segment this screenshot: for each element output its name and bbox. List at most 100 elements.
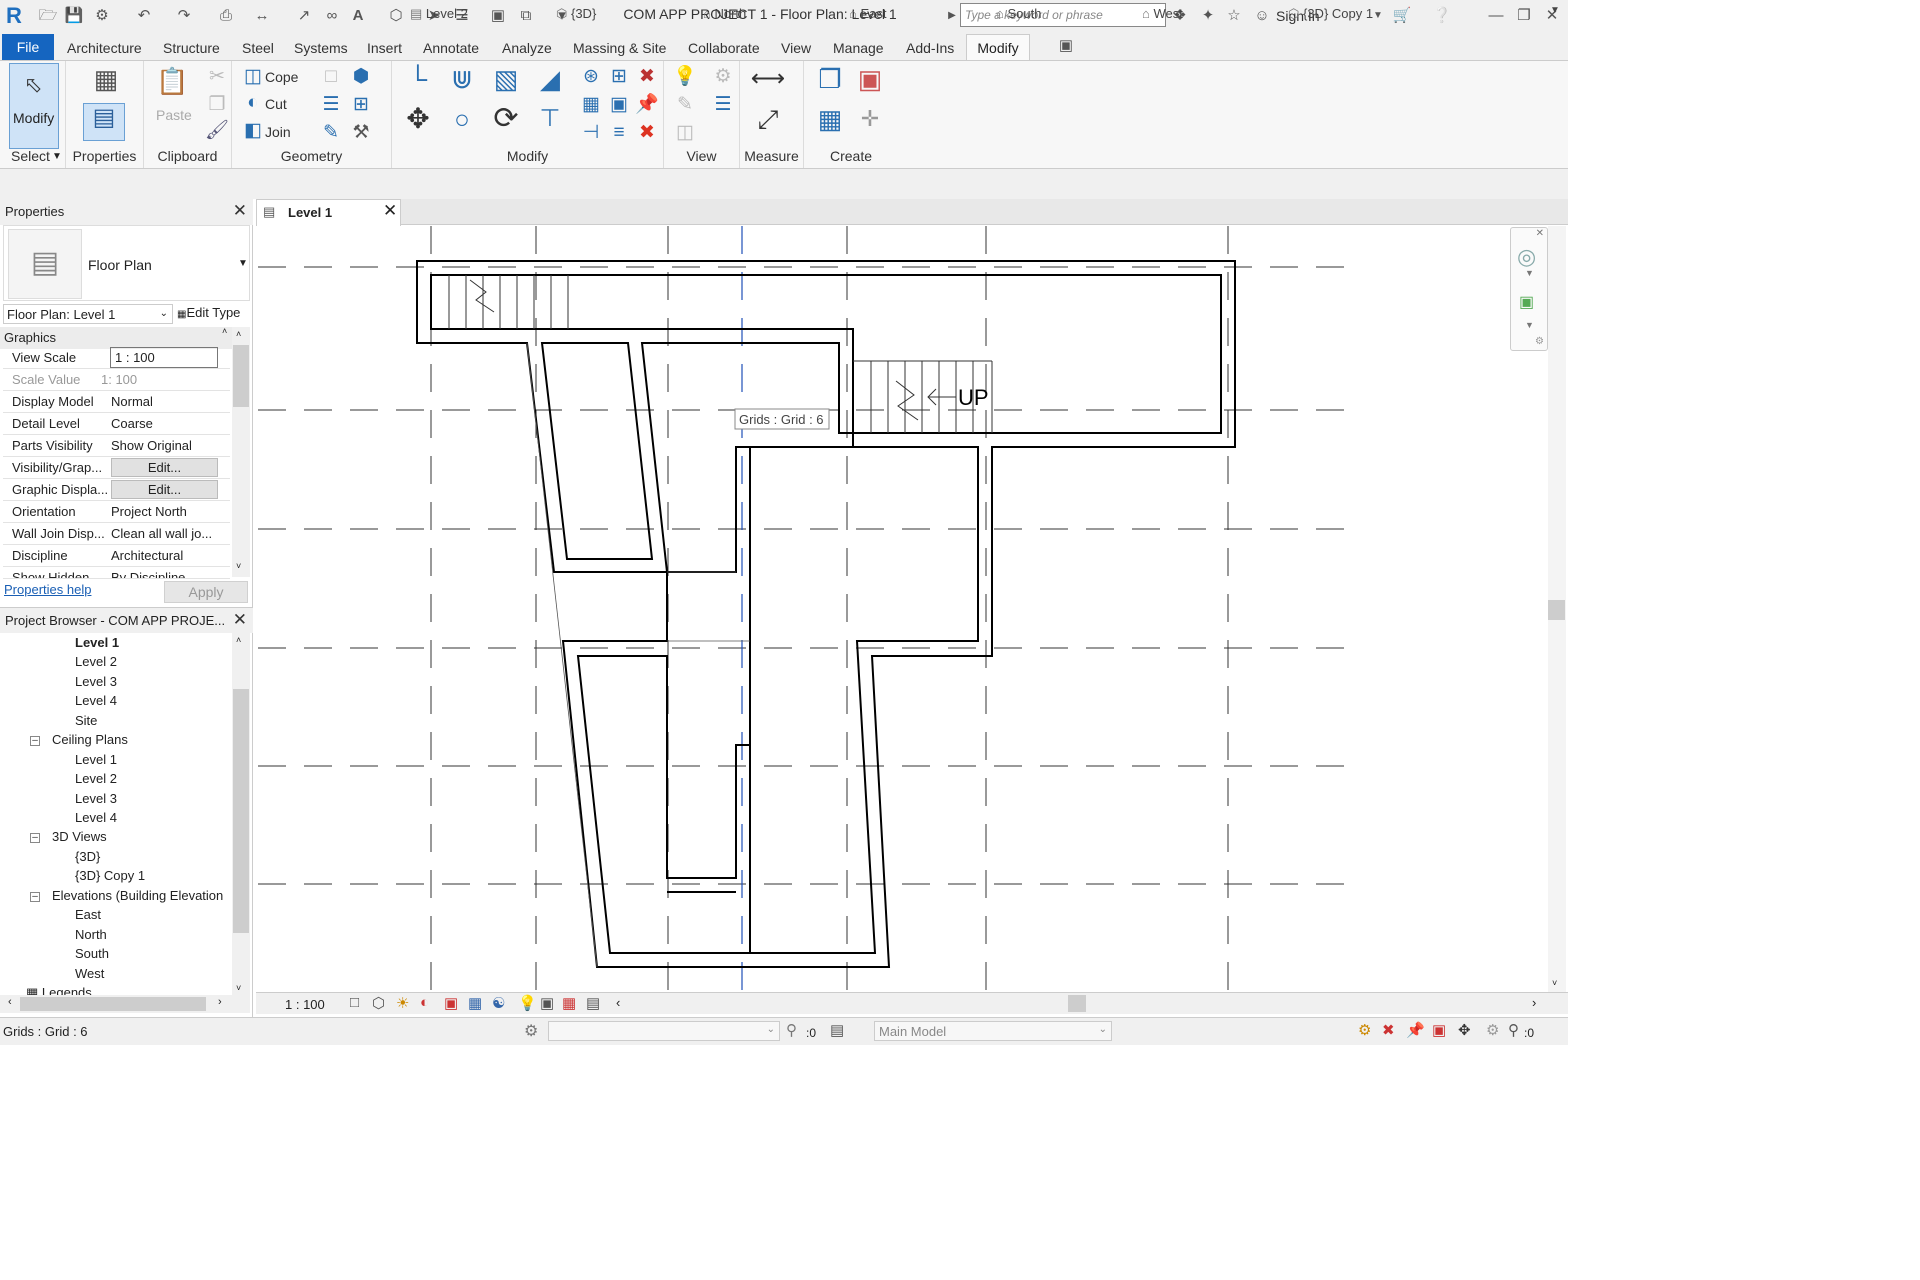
browser-item-site[interactable]: Site [75, 713, 97, 728]
array-icon[interactable]: ▦ [576, 91, 606, 119]
move-icon[interactable]: ✥ [400, 105, 436, 141]
nav-options-icon[interactable]: ⚙ [1535, 336, 1544, 347]
browser-item-ceiling-level-1[interactable]: Level 1 [75, 752, 117, 767]
stair-upper[interactable] [448, 275, 569, 329]
detail-level-icon[interactable]: □ [350, 994, 359, 1011]
browser-hscroll-thumb[interactable] [20, 997, 206, 1011]
join-icon[interactable]: ◧ [238, 117, 268, 145]
filter-selection-icon[interactable]: ⚲ [1508, 1021, 1519, 1039]
cut-button[interactable]: Cut [265, 96, 287, 112]
switch-windows-icon[interactable]: ⧉ [516, 6, 536, 26]
create-parts-icon[interactable]: ▣ [852, 65, 888, 99]
browser-hscroll[interactable]: ‹ › [0, 995, 250, 1013]
visibility-edit-button[interactable]: Edit... [111, 458, 218, 477]
3d-view-icon[interactable]: ⬡ [386, 6, 406, 26]
measure-icon[interactable]: ↔ [252, 6, 272, 26]
cope-icon[interactable]: ◫ [238, 63, 268, 91]
analytical-model-icon[interactable]: ▦ [562, 994, 576, 1012]
wall-join-value[interactable]: Clean all wall jo... [111, 526, 229, 541]
view-scale-control[interactable]: 1 : 100 [285, 997, 325, 1012]
type-dropdown-icon[interactable]: ▼ [238, 258, 248, 269]
tab-add-ins[interactable]: Add-Ins [906, 40, 954, 56]
browser-group-ceiling-plans[interactable]: Ceiling Plans [52, 732, 128, 747]
tab-modify[interactable]: Modify [966, 34, 1030, 61]
properties-icon[interactable]: ▤ [83, 103, 125, 141]
cut-geometry-icon[interactable]: ◐ [238, 89, 268, 117]
tabs-overflow-icon[interactable]: ▼ [1550, 5, 1560, 16]
collapse-ceiling-plans-icon[interactable]: – [30, 736, 40, 746]
browser-item-west[interactable]: West [75, 966, 104, 981]
align-icon[interactable]: └ [400, 65, 436, 99]
hscroll-right-icon[interactable]: › [1532, 995, 1536, 1010]
favorites-icon[interactable]: ☆ [1224, 6, 1244, 26]
drawing-canvas[interactable]: UP Grids : Grid : 6 [256, 226, 1550, 992]
mirror-draw-icon[interactable]: ◢ [532, 65, 568, 99]
store-cart-icon[interactable]: 🛒 [1392, 6, 1412, 26]
close-browser-icon[interactable]: ✕ [233, 610, 247, 630]
close-hidden-icon[interactable]: ▣ [488, 6, 508, 26]
wall-joins-icon[interactable]: □ [316, 63, 346, 91]
undo-icon[interactable]: ↶ [134, 6, 154, 26]
tab-3d[interactable]: ⬡ {3D} [556, 6, 596, 22]
properties-scrollbar[interactable]: ˄ ˅ [232, 327, 250, 577]
tab-structure[interactable]: Structure [163, 40, 220, 56]
scroll-down-icon[interactable]: ˅ [236, 561, 241, 571]
trim-extend-icon[interactable]: ⊤ [532, 105, 568, 141]
mirror-axis-icon[interactable]: ▧ [488, 65, 524, 99]
constraints-icon[interactable]: ▤ [586, 994, 600, 1012]
restore-icon[interactable]: ❐ [1514, 6, 1534, 26]
tab-west[interactable]: ⌂ West [1142, 6, 1183, 21]
unpin-icon[interactable]: ✖ [632, 63, 662, 91]
collapse-3d-views-icon[interactable]: – [30, 833, 40, 843]
browser-scroll-right-icon[interactable]: › [218, 996, 222, 1008]
parts-visibility-value[interactable]: Show Original [111, 438, 229, 453]
view-scale-input[interactable]: 1 : 100 [110, 347, 218, 368]
browser-item-north[interactable]: North [75, 927, 107, 942]
cut-clipboard-icon[interactable]: ✂ [202, 63, 232, 91]
paint-icon[interactable]: ✎ [316, 119, 346, 147]
tab-manage[interactable]: Manage [833, 40, 884, 56]
help-icon[interactable]: ❔ [1432, 6, 1452, 26]
filter-icon[interactable]: ⚲ [786, 1021, 797, 1039]
paint-view-icon[interactable]: ◫ [670, 119, 700, 147]
floor-plan-drawing[interactable]: UP Grids : Grid : 6 [256, 226, 1550, 992]
type-selector[interactable]: ▤ Floor Plan ▼ [3, 225, 250, 301]
tab-north[interactable]: ⌂ North [703, 6, 746, 21]
close-nav-icon[interactable]: ✕ [1536, 228, 1544, 239]
linework-icon[interactable]: ✎ [670, 91, 700, 119]
collapse-elevations-icon[interactable]: – [30, 892, 40, 902]
tab-annotate[interactable]: Annotate [423, 40, 479, 56]
browser-group-3d-views[interactable]: 3D Views [52, 829, 107, 844]
tab-architecture[interactable]: Architecture [67, 40, 142, 56]
sync-icon[interactable]: ⚙ [92, 6, 112, 26]
tab-insert[interactable]: Insert [367, 40, 402, 56]
tab-level-1[interactable]: ▤ Level 1 ✕ [256, 199, 401, 226]
browser-item-level-3[interactable]: Level 3 [75, 674, 117, 689]
display-model-value[interactable]: Normal [111, 394, 229, 409]
subscription-icon[interactable]: ✦ [1198, 6, 1218, 26]
tab-level-2[interactable]: ▤ Level 2 [410, 6, 468, 22]
properties-help-link[interactable]: Properties help [4, 582, 91, 597]
hscroll-left-icon[interactable]: ‹ [616, 995, 620, 1010]
cope-button[interactable]: Cope [265, 69, 298, 85]
drag-elements-icon[interactable]: ✥ [1458, 1021, 1471, 1039]
zoom-region-icon[interactable]: ▣ [1519, 292, 1534, 312]
canvas-hscroll-thumb[interactable] [1068, 995, 1086, 1012]
scroll-thumb[interactable] [233, 345, 249, 407]
browser-group-legends[interactable]: ▦ Legends [26, 985, 92, 995]
select-pinned-icon[interactable]: 📌 [1406, 1021, 1425, 1039]
browser-item-level-2[interactable]: Level 2 [75, 654, 117, 669]
background-processes-icon[interactable]: ⚙ [1486, 1021, 1499, 1039]
tab-3d-copy-1[interactable]: ⬡ {3D} Copy 1 [1288, 6, 1373, 22]
detail-level-value[interactable]: Coarse [111, 416, 229, 431]
sun-path-icon[interactable]: ☀ [396, 994, 409, 1012]
group-graphics[interactable]: Graphics [0, 327, 232, 349]
collapse-group-icon[interactable]: ˄ [222, 326, 227, 336]
split-face-icon[interactable]: ⬢ [346, 63, 376, 91]
browser-item-east[interactable]: East [75, 907, 101, 922]
redo-icon[interactable]: ↷ [174, 6, 194, 26]
steering-wheel-icon[interactable]: ◎ [1517, 244, 1536, 270]
crop-view-icon[interactable]: ▣ [444, 994, 458, 1012]
scroll-up-icon[interactable]: ˄ [236, 329, 241, 339]
ribbon-minimize-icon[interactable]: ▣ [1056, 36, 1076, 56]
